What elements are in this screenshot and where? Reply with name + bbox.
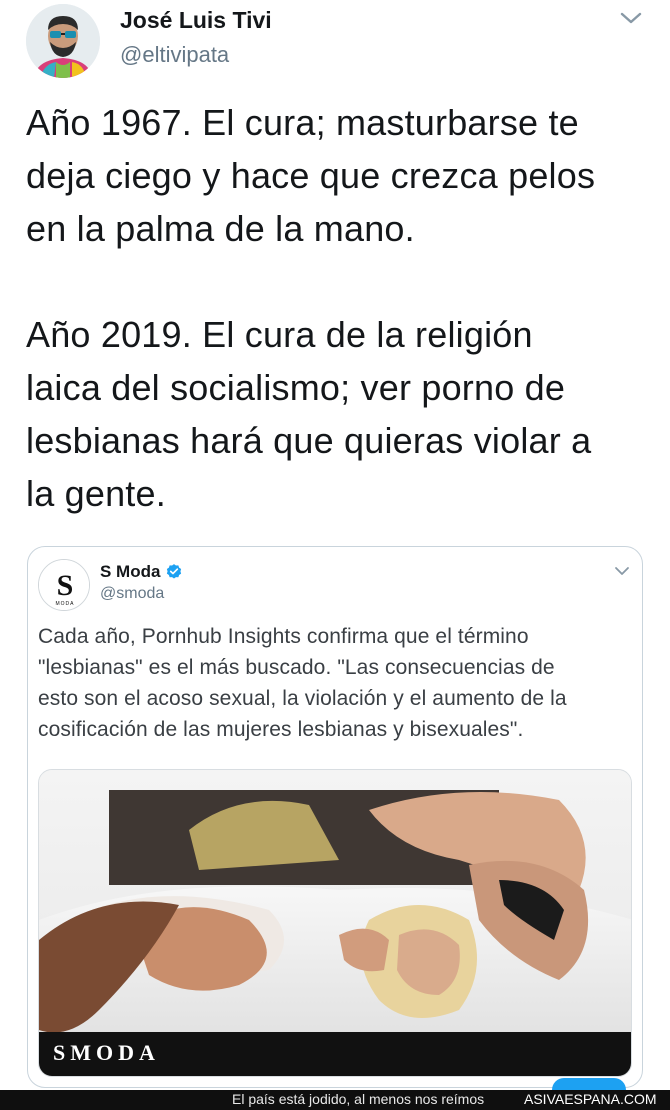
- chevron-down-icon[interactable]: [618, 8, 644, 28]
- tweet-line: la gente.: [26, 473, 166, 514]
- quoted-line: Cada año, Pornhub Insights confirma que …: [38, 625, 529, 648]
- chevron-down-icon[interactable]: [614, 565, 630, 577]
- photo-illustration: [39, 770, 631, 1076]
- quoted-name[interactable]: S Moda: [100, 562, 160, 582]
- media-brand-bar: SMODA: [39, 1032, 631, 1076]
- tweet-card: José Luis Tivi @eltivipata Año 1967. El …: [0, 0, 670, 1090]
- tweet-line: laica del socialismo; ver porno de: [26, 367, 566, 408]
- quoted-line: cosificación de las mujeres lesbianas y …: [38, 718, 524, 741]
- watermark-bar: El país está jodido, al menos nos reímos…: [0, 1090, 670, 1110]
- quoted-avatar[interactable]: S MODA: [38, 559, 90, 611]
- quoted-line: esto son el acoso sexual, la violación y…: [38, 687, 567, 710]
- quoted-handle[interactable]: @smoda: [100, 585, 164, 603]
- avatar-illustration: [26, 4, 100, 78]
- watermark-caption: El país está jodido, al menos nos reímos: [232, 1091, 485, 1107]
- tweet-line: deja ciego y hace que crezca pelos: [26, 155, 596, 196]
- author-handle[interactable]: @eltivipata: [120, 42, 229, 68]
- media-brand-text: SMODA: [53, 1040, 160, 1065]
- quoted-media-image[interactable]: SMODA: [38, 769, 632, 1077]
- quoted-tweet[interactable]: S MODA S Moda @smoda Cada año, Pornhub I…: [27, 546, 643, 1088]
- author-avatar[interactable]: [26, 4, 100, 78]
- quoted-line: "lesbianas" es el más buscado. "Las cons…: [38, 656, 555, 679]
- quoted-text: Cada año, Pornhub Insights confirma que …: [38, 621, 634, 745]
- tweet-line: lesbianas hará que quieras violar a: [26, 420, 592, 461]
- verified-badge-icon: [167, 564, 182, 579]
- tweet-text: Año 1967. El cura; masturbarse te deja c…: [26, 96, 646, 520]
- tweet-line: Año 2019. El cura de la religión: [26, 314, 533, 355]
- quoted-name-row: S Moda: [100, 562, 183, 582]
- logo-sub: MODA: [56, 601, 75, 607]
- logo-letter: S: [57, 569, 74, 602]
- watermark-site: ASIVAESPANA.COM: [524, 1091, 657, 1107]
- tweet-line: Año 1967. El cura; masturbarse te: [26, 102, 579, 143]
- tweet-line: en la palma de la mano.: [26, 208, 415, 249]
- smoda-logo: S MODA: [39, 560, 89, 610]
- author-name[interactable]: José Luis Tivi: [120, 7, 272, 34]
